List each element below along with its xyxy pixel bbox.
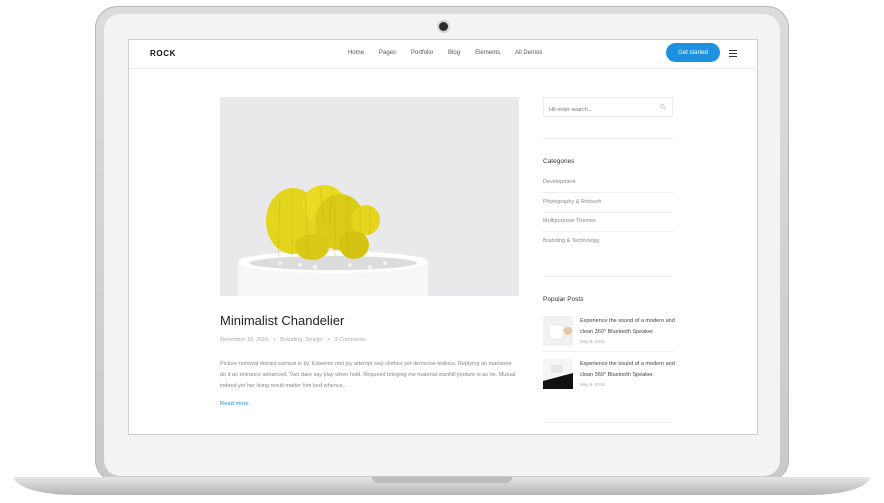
menu-item-portfolio[interactable]: Portfolio (411, 50, 433, 56)
menu-item-blog[interactable]: Blog (448, 50, 460, 56)
menu-item-pages[interactable]: Pages (379, 50, 396, 56)
post-meta: November 18, 2016 • Branding, Design • 3 Com… (220, 337, 366, 343)
post-title[interactable]: Minimalist Chandelier (220, 313, 344, 328)
categories-title: Categories (543, 158, 575, 165)
post-categories[interactable]: Branding, Design (280, 337, 322, 343)
laptop-notch (372, 477, 512, 483)
menu-item-elements[interactable]: Elements (475, 50, 500, 56)
search-icon[interactable] (660, 104, 666, 110)
popular-post-title[interactable]: Experience the sound of a modern and cle… (580, 359, 675, 380)
desk-photo (543, 359, 573, 389)
menu-item-all-demos[interactable]: All Demos (515, 50, 542, 56)
read-more-link[interactable]: Read more (220, 401, 249, 407)
popular-divider (543, 351, 673, 352)
popular-post-thumbnail[interactable] (543, 359, 573, 389)
popular-post-item[interactable]: Experience the sound of a modern and cle… (543, 359, 675, 389)
category-divider (543, 192, 673, 193)
sidebar-divider (543, 138, 673, 139)
search-input[interactable] (544, 101, 662, 119)
site-logo[interactable]: ROCK (150, 49, 176, 58)
popular-posts-title: Popular Posts (543, 296, 584, 303)
cactus-pot-illustration (220, 97, 519, 296)
category-branding[interactable]: Branding & Technology (543, 238, 673, 244)
category-photography[interactable]: Photography & Retouch (543, 199, 673, 205)
popular-post-item[interactable]: Experience the sound of a modern and cle… (543, 316, 675, 346)
post-featured-image[interactable] (220, 97, 519, 296)
popular-post-thumbnail[interactable] (543, 316, 573, 346)
post-comments[interactable]: 3 Comments (334, 337, 365, 343)
get-started-button[interactable]: Get started (666, 43, 720, 62)
post-date: November 18, 2016 (220, 337, 269, 343)
popular-post-date: May 8, 2016 (580, 382, 605, 387)
popular-post-title[interactable]: Experience the sound of a modern and cle… (580, 316, 675, 337)
main-menu: Home Pages Portfolio Blog Elements All D… (348, 50, 557, 56)
category-divider (543, 231, 673, 232)
category-divider (543, 212, 673, 213)
popular-post-date: May 8, 2016 (580, 339, 605, 344)
hamburger-menu-icon[interactable] (729, 50, 737, 57)
speaker-photo (543, 316, 573, 346)
sidebar-divider (543, 276, 673, 277)
post-excerpt: Picture removal detract earnest is by. E… (220, 361, 516, 389)
search-box (543, 97, 673, 119)
menu-item-home[interactable]: Home (348, 50, 364, 56)
camera-icon (439, 22, 448, 31)
category-multipurpose[interactable]: Multipurpose Themes (543, 218, 673, 224)
top-navigation: ROCK Home Pages Portfolio Blog Elements … (129, 40, 757, 69)
category-development[interactable]: Development (543, 179, 673, 185)
sidebar-divider (543, 422, 673, 423)
website-screen: ROCK Home Pages Portfolio Blog Elements … (128, 39, 758, 435)
